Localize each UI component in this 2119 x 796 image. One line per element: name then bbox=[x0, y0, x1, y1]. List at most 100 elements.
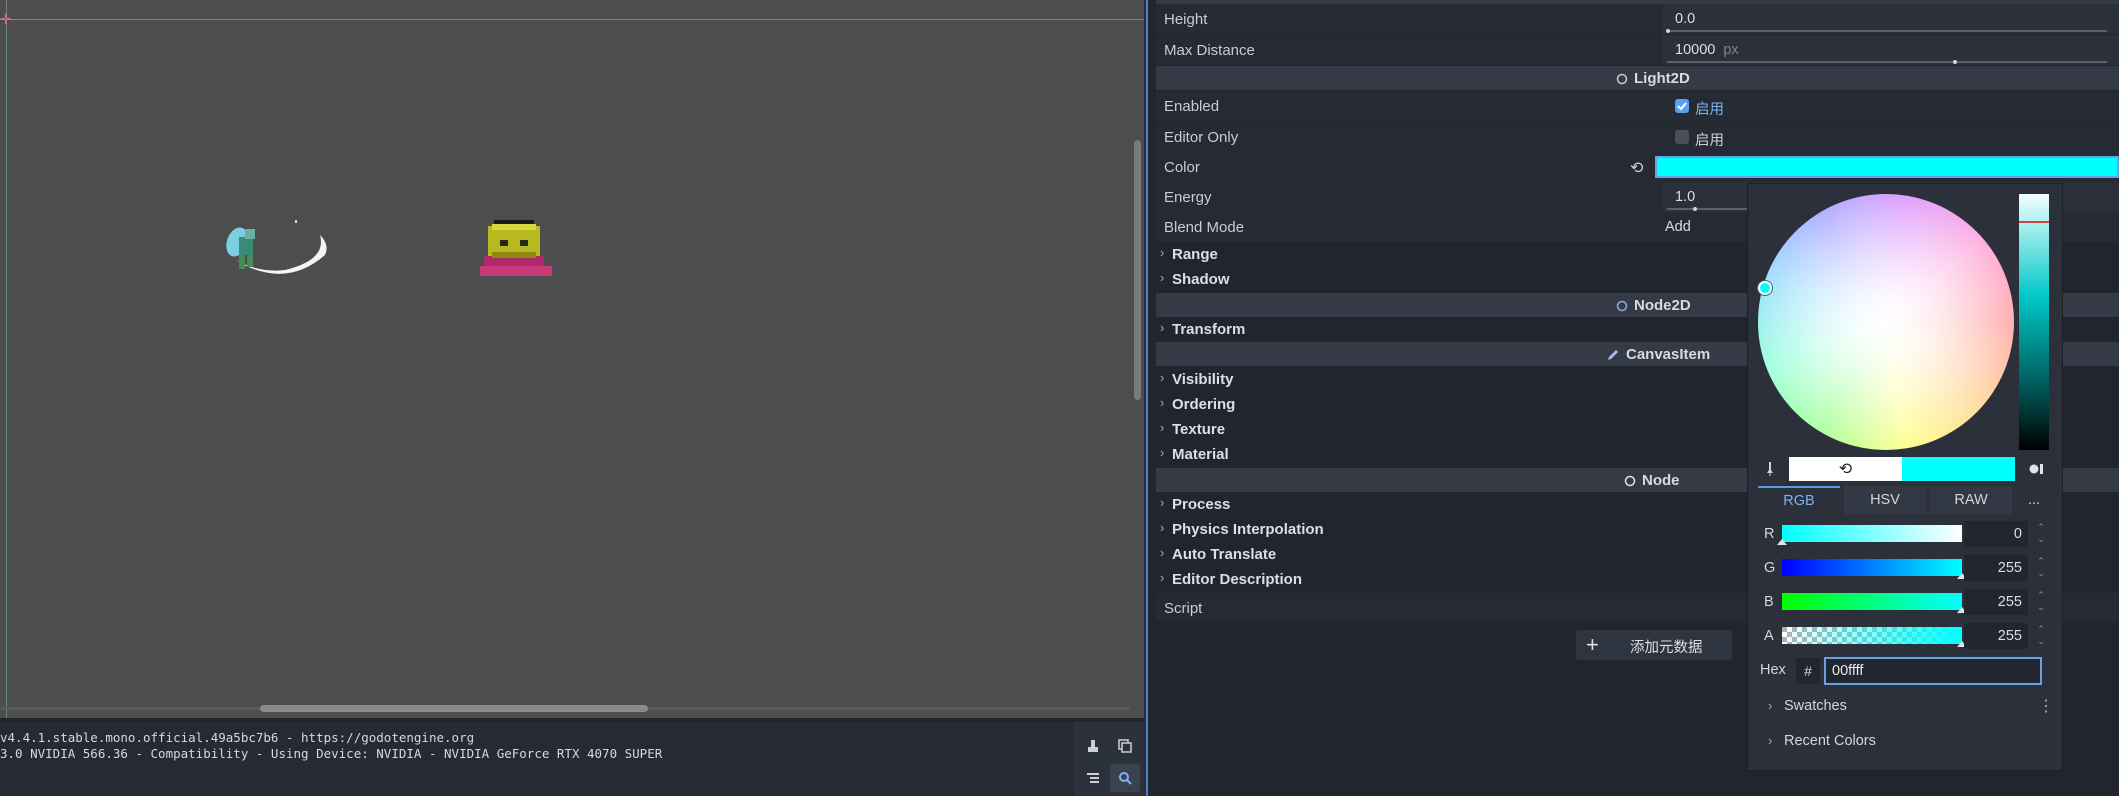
prop-label: Energy bbox=[1164, 189, 1212, 206]
hex-input[interactable] bbox=[1824, 657, 2042, 685]
swatches-section[interactable]: › Swatches ⋮ bbox=[1758, 694, 2054, 720]
chevron-right-icon: › bbox=[1160, 570, 1165, 585]
value-slider-marker[interactable] bbox=[2019, 221, 2049, 223]
chevron-right-icon: › bbox=[1160, 420, 1165, 435]
group-title: Physics Interpolation bbox=[1172, 521, 1324, 538]
x-axis-guide bbox=[0, 19, 1144, 20]
enemy-sprite[interactable] bbox=[476, 216, 560, 286]
chevron-right-icon: › bbox=[1160, 545, 1165, 560]
pencil-icon bbox=[1608, 349, 1618, 360]
kebab-menu-icon[interactable]: ⋮ bbox=[2038, 696, 2054, 716]
channel-label: B bbox=[1764, 594, 1774, 610]
revert-icon[interactable]: ⟲ bbox=[1630, 158, 1643, 178]
value-slider[interactable] bbox=[2019, 194, 2049, 450]
add-metadata-button[interactable]: + 添加元数据 bbox=[1576, 630, 1732, 660]
section-title: Node bbox=[1624, 472, 1680, 489]
viewport-vertical-scrollbar[interactable] bbox=[1134, 140, 1141, 400]
chevron-right-icon: › bbox=[1160, 445, 1165, 460]
output-line: 3.0 NVIDIA 566.36 - Compatibility - Usin… bbox=[0, 746, 663, 761]
max-distance-field[interactable]: 10000 px bbox=[1663, 35, 2119, 65]
filter-icon[interactable] bbox=[1078, 764, 1108, 792]
revert-icon: ⟲ bbox=[1838, 461, 1853, 478]
tab-raw[interactable]: RAW bbox=[1930, 486, 2012, 514]
hex-hash-toggle[interactable]: # bbox=[1796, 658, 1820, 684]
group-title: Visibility bbox=[1172, 371, 1234, 388]
energy-value: 1.0 bbox=[1675, 189, 1696, 205]
editor-only-checkbox[interactable]: 启用 bbox=[1663, 122, 2119, 152]
recent-colors-title: Recent Colors bbox=[1784, 733, 1876, 749]
spin-arrows-icon[interactable]: ⌃ ⌄ bbox=[2034, 555, 2048, 581]
search-icon[interactable] bbox=[1110, 764, 1140, 792]
eyedropper-icon[interactable] bbox=[1758, 456, 1782, 482]
old-color-preview[interactable]: ⟲ bbox=[1789, 457, 1902, 481]
channel-label: R bbox=[1764, 526, 1775, 542]
picker-shape-icon[interactable] bbox=[2022, 456, 2052, 482]
group-title: Editor Description bbox=[1172, 571, 1303, 588]
section-light2d[interactable]: Light2D bbox=[1156, 66, 2119, 90]
scrollbar-thumb[interactable] bbox=[260, 705, 648, 712]
node2d-icon bbox=[1616, 300, 1628, 311]
prop-editor-only: Editor Only 启用 bbox=[1156, 122, 2119, 152]
light2d-icon bbox=[1616, 73, 1628, 84]
prop-label: Script bbox=[1164, 600, 1203, 617]
max-distance-value: 10000 bbox=[1675, 42, 1716, 58]
more-modes-button[interactable]: ... bbox=[2014, 486, 2054, 514]
copy-icon[interactable] bbox=[1110, 732, 1140, 760]
channel-r: R 0 ⌃ ⌄ bbox=[1758, 521, 2054, 547]
r-slider[interactable] bbox=[1782, 525, 1962, 542]
a-value-field[interactable]: 255 bbox=[1964, 623, 2028, 649]
spin-arrows-icon[interactable]: ⌃ ⌄ bbox=[2034, 623, 2048, 649]
hex-label: Hex bbox=[1760, 662, 1786, 678]
slider-grabber[interactable] bbox=[1693, 207, 1697, 211]
color-swatch-button[interactable] bbox=[1655, 156, 2119, 178]
b-value-field[interactable]: 255 bbox=[1964, 589, 2028, 615]
origin-marker: ✛ bbox=[0, 11, 12, 27]
prop-label: Blend Mode bbox=[1164, 219, 1245, 236]
prop-label: Enabled bbox=[1164, 98, 1220, 115]
channel-a: A 255 ⌃ ⌄ bbox=[1758, 623, 2054, 649]
clear-icon[interactable] bbox=[1078, 732, 1108, 760]
2d-viewport[interactable]: ✛ bbox=[0, 0, 1144, 718]
group-title: Range bbox=[1172, 246, 1218, 263]
knight-sprite[interactable] bbox=[215, 215, 330, 290]
color-wheel-cursor[interactable] bbox=[1758, 281, 1772, 295]
b-slider[interactable] bbox=[1782, 593, 1962, 610]
r-value-field[interactable]: 0 bbox=[1964, 521, 2028, 547]
a-slider[interactable] bbox=[1782, 627, 1962, 644]
group-title: Auto Translate bbox=[1172, 546, 1277, 563]
group-title: Texture bbox=[1172, 421, 1226, 438]
max-distance-text: 10000 px bbox=[1675, 42, 1739, 58]
spin-arrows-icon[interactable]: ⌃ ⌄ bbox=[2034, 521, 2048, 547]
g-slider[interactable] bbox=[1782, 559, 1962, 576]
g-value-field[interactable]: 255 bbox=[1964, 555, 2028, 581]
slider-grabber[interactable] bbox=[1777, 539, 1787, 545]
checkbox-label: 启用 bbox=[1695, 133, 1724, 149]
recent-colors-section[interactable]: › Recent Colors bbox=[1758, 729, 2054, 755]
tab-hsv[interactable]: HSV bbox=[1844, 486, 1926, 514]
height-field[interactable]: 0.0 bbox=[1663, 4, 2119, 34]
chevron-right-icon: › bbox=[1160, 370, 1165, 385]
checkbox-checked[interactable] bbox=[1675, 99, 1689, 113]
viewport-horizontal-scrollbar[interactable] bbox=[0, 705, 1130, 713]
chevron-right-icon: › bbox=[1160, 495, 1165, 510]
spin-arrows-icon[interactable]: ⌃ ⌄ bbox=[2034, 589, 2048, 615]
light2d-title: Light2D bbox=[1634, 70, 1690, 87]
channel-b: B 255 ⌃ ⌄ bbox=[1758, 589, 2054, 615]
slider-grabber[interactable] bbox=[1953, 60, 1957, 64]
slider-track bbox=[1667, 208, 1747, 210]
output-log: v4.4.1.stable.mono.official.49a5bc7b6 - … bbox=[0, 730, 662, 762]
enabled-checkbox[interactable]: 启用 bbox=[1663, 91, 2119, 121]
tab-rgb[interactable]: RGB bbox=[1758, 486, 1840, 514]
color-picker-popup: ⟲ RGB HSV RAW ... R 0 ⌃ ⌄ G 255 ⌃ ⌄ B 255 … bbox=[1747, 183, 2063, 771]
chevron-right-icon: › bbox=[1160, 520, 1165, 535]
channel-label: G bbox=[1764, 560, 1776, 576]
chevron-right-icon: › bbox=[1160, 320, 1165, 335]
chevron-right-icon: › bbox=[1160, 245, 1165, 260]
prop-height: Height 0.0 bbox=[1156, 4, 2119, 34]
checkbox-unchecked[interactable] bbox=[1675, 130, 1689, 144]
slider-track bbox=[1667, 61, 2107, 63]
slider-grabber[interactable] bbox=[1666, 29, 1670, 33]
color-mode-tabs: RGB HSV RAW ... bbox=[1758, 486, 2054, 514]
check-icon bbox=[1677, 102, 1687, 111]
output-toolbar bbox=[1074, 722, 1144, 796]
